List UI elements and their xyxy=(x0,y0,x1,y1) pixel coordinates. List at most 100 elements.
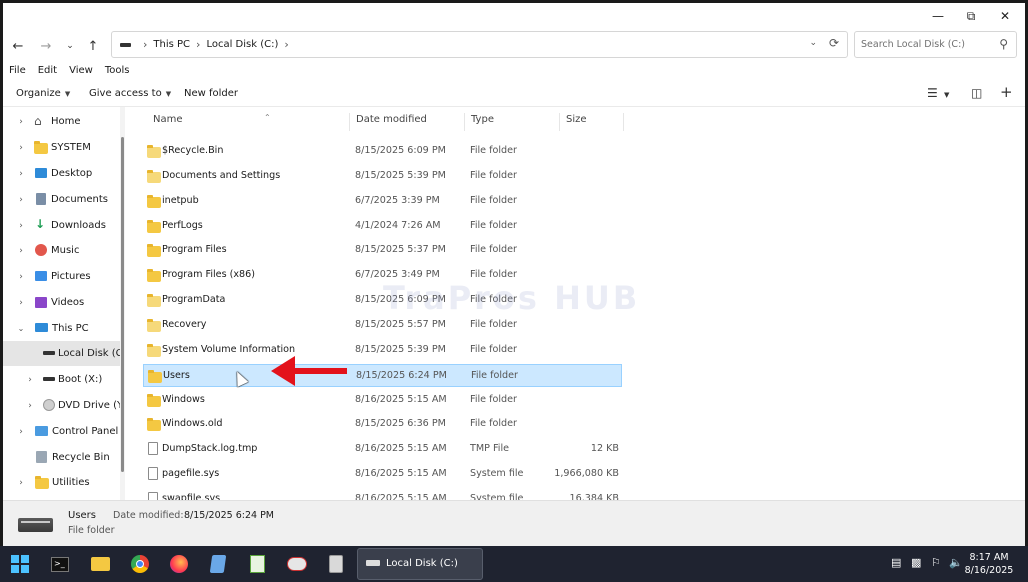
file-date-modified: 8/15/2025 5:39 PM xyxy=(355,343,446,355)
chevron-right-icon[interactable]: › xyxy=(284,38,288,51)
taskbar-app-notes[interactable] xyxy=(206,552,230,576)
nav-item-recycle-bin[interactable]: Recycle Bin xyxy=(3,445,121,470)
table-row[interactable]: Documents and Settings 8/15/2025 5:39 PM F… xyxy=(143,165,622,188)
back-button[interactable]: ← xyxy=(7,35,29,57)
nav-item-utilities[interactable]: › Utilities xyxy=(3,470,121,495)
preview-pane-icon[interactable]: ◫ xyxy=(971,86,982,100)
folder-icon xyxy=(147,418,161,432)
nav-item-this-pc[interactable]: ⌄ This PC xyxy=(3,316,121,341)
nav-item-music[interactable]: › Music xyxy=(3,238,121,263)
organize-button[interactable]: Organize ▼ xyxy=(16,88,70,99)
minimize-button[interactable]: — xyxy=(921,3,955,29)
table-row[interactable]: System Volume Information 8/15/2025 5:39 … xyxy=(143,339,622,362)
taskbar-firefox[interactable] xyxy=(167,552,191,576)
details-modified-label: Date modified: xyxy=(113,510,184,521)
taskbar-calculator[interactable] xyxy=(324,552,348,576)
nav-item-pictures[interactable]: › Pictures xyxy=(3,264,121,289)
refresh-icon[interactable]: ⟳ xyxy=(829,36,839,50)
system-clock[interactable]: 8:17 AM 8/16/2025 xyxy=(960,551,1018,577)
security-icon[interactable]: ⚐ xyxy=(931,556,941,569)
editor-icon xyxy=(249,555,265,573)
table-row[interactable]: Program Files 8/15/2025 5:37 PM File folde… xyxy=(143,239,622,262)
nav-item-videos[interactable]: › Videos xyxy=(3,290,121,315)
menu-tools[interactable]: Tools xyxy=(99,65,136,81)
menu-view[interactable]: View xyxy=(63,65,99,81)
chevron-right-icon[interactable]: › xyxy=(16,478,26,488)
forward-button[interactable]: → xyxy=(35,35,57,57)
view-options-icon[interactable]: ☰ xyxy=(927,86,938,100)
network-icon[interactable]: ▤ xyxy=(891,556,901,569)
column-header-name[interactable]: Name ⌃ xyxy=(147,113,350,131)
nav-item-desktop[interactable]: › Desktop xyxy=(3,161,121,186)
file-list: Name ⌃ Date modified Type Size $Recycle.… xyxy=(129,107,1025,505)
chevron-right-icon[interactable]: › xyxy=(16,246,26,256)
menu-file[interactable]: File xyxy=(3,65,32,81)
search-box[interactable]: ⚲ xyxy=(854,31,1017,58)
chevron-down-icon[interactable]: ⌄ xyxy=(16,324,26,333)
chevron-right-icon[interactable]: › xyxy=(16,169,26,179)
chevron-right-icon[interactable]: › xyxy=(25,401,35,411)
search-input[interactable] xyxy=(861,39,989,50)
nav-item-boot[interactable]: › Boot (X:) xyxy=(3,367,121,392)
table-row[interactable]: Windows.old 8/15/2025 6:36 PM File folder xyxy=(143,413,622,436)
folder-icon xyxy=(147,194,161,208)
nav-item-documents[interactable]: › Documents xyxy=(3,187,121,212)
give-access-button[interactable]: Give access to ▼ xyxy=(89,88,171,99)
nav-scrollbar-thumb[interactable] xyxy=(121,137,124,472)
up-button[interactable]: ↑ xyxy=(82,35,104,57)
taskbar: >_ Local Disk (C:) ▤ ▩ ⚐ 🔈 8:17 AM 8/16/… xyxy=(0,546,1028,582)
taskbar-app-paint[interactable] xyxy=(285,552,309,576)
details-item-name: Users xyxy=(68,510,97,521)
chevron-right-icon[interactable]: › xyxy=(16,117,26,127)
clock-time: 8:17 AM xyxy=(969,552,1009,563)
column-header-date[interactable]: Date modified xyxy=(350,113,465,131)
address-bar[interactable]: › This PC › Local Disk (C:) › ⌄ ⟳ xyxy=(111,31,848,58)
nav-item-system[interactable]: › SYSTEM xyxy=(3,135,121,160)
recent-locations-button[interactable]: ⌄ xyxy=(59,35,81,57)
nav-item-local-disk[interactable]: Local Disk (C xyxy=(3,341,121,366)
start-button[interactable] xyxy=(8,552,32,576)
taskbar-terminal[interactable]: >_ xyxy=(48,552,72,576)
taskbar-file-explorer[interactable] xyxy=(88,552,112,576)
nav-item-dvd-drive[interactable]: › DVD Drive (Y: xyxy=(3,393,121,418)
table-row[interactable]: PerfLogs 4/1/2024 7:26 AM File folder xyxy=(143,215,622,238)
close-button[interactable]: ✕ xyxy=(988,3,1022,29)
nav-item-control-panel[interactable]: › Control Panel xyxy=(3,419,121,444)
maximize-button[interactable]: ⧉ xyxy=(954,3,988,29)
chevron-right-icon[interactable]: › xyxy=(25,375,35,385)
new-folder-button[interactable]: New folder xyxy=(184,88,238,99)
chevron-right-icon[interactable]: › xyxy=(16,298,26,308)
add-icon[interactable]: + xyxy=(1000,83,1013,101)
taskbar-chrome[interactable] xyxy=(128,552,152,576)
chevron-right-icon[interactable]: › xyxy=(16,427,26,437)
computer-icon xyxy=(35,323,48,332)
taskbar-active-window[interactable]: Local Disk (C:) xyxy=(357,548,483,580)
nav-scrollbar[interactable] xyxy=(120,107,125,500)
chevron-right-icon[interactable]: › xyxy=(16,221,26,231)
display-icon[interactable]: ▩ xyxy=(911,556,921,569)
table-row[interactable]: $Recycle.Bin 8/15/2025 6:09 PM File folder xyxy=(143,140,622,163)
chevron-right-icon[interactable]: › xyxy=(16,143,26,153)
breadcrumb-this-pc[interactable]: This PC xyxy=(153,39,190,50)
menu-edit[interactable]: Edit xyxy=(32,65,63,81)
file-date-modified: 8/16/2025 5:15 AM xyxy=(355,443,447,455)
table-row[interactable]: DumpStack.log.tmp 8/16/2025 5:15 AM TMP Fi… xyxy=(143,438,622,461)
chevron-right-icon[interactable]: › xyxy=(16,195,26,205)
table-row[interactable]: Recovery 8/15/2025 5:57 PM File folder xyxy=(143,314,622,337)
nav-item-downloads[interactable]: › ↓ Downloads xyxy=(3,213,121,238)
breadcrumb-local-disk[interactable]: Local Disk (C:) xyxy=(206,39,278,50)
chevron-down-icon[interactable]: ▼ xyxy=(944,91,949,99)
table-row[interactable]: Windows 8/16/2025 5:15 AM File folder xyxy=(143,389,622,412)
column-header-type[interactable]: Type xyxy=(465,113,560,131)
taskbar-active-window-label: Local Disk (C:) xyxy=(386,558,458,569)
table-row[interactable]: inetpub 6/7/2025 3:39 PM File folder xyxy=(143,190,622,213)
file-name: ProgramData xyxy=(162,294,226,306)
column-header-size[interactable]: Size xyxy=(560,113,624,131)
table-row[interactable]: pagefile.sys 8/16/2025 5:15 AM System file… xyxy=(143,463,622,486)
table-row[interactable]: Users 8/15/2025 6:24 PM File folder xyxy=(143,363,622,387)
address-dropdown-icon[interactable]: ⌄ xyxy=(809,38,817,48)
nav-item-home[interactable]: › ⌂ Home xyxy=(3,109,121,134)
chevron-right-icon[interactable]: › xyxy=(16,272,26,282)
taskbar-app-editor[interactable] xyxy=(245,552,269,576)
search-icon[interactable]: ⚲ xyxy=(999,37,1008,51)
